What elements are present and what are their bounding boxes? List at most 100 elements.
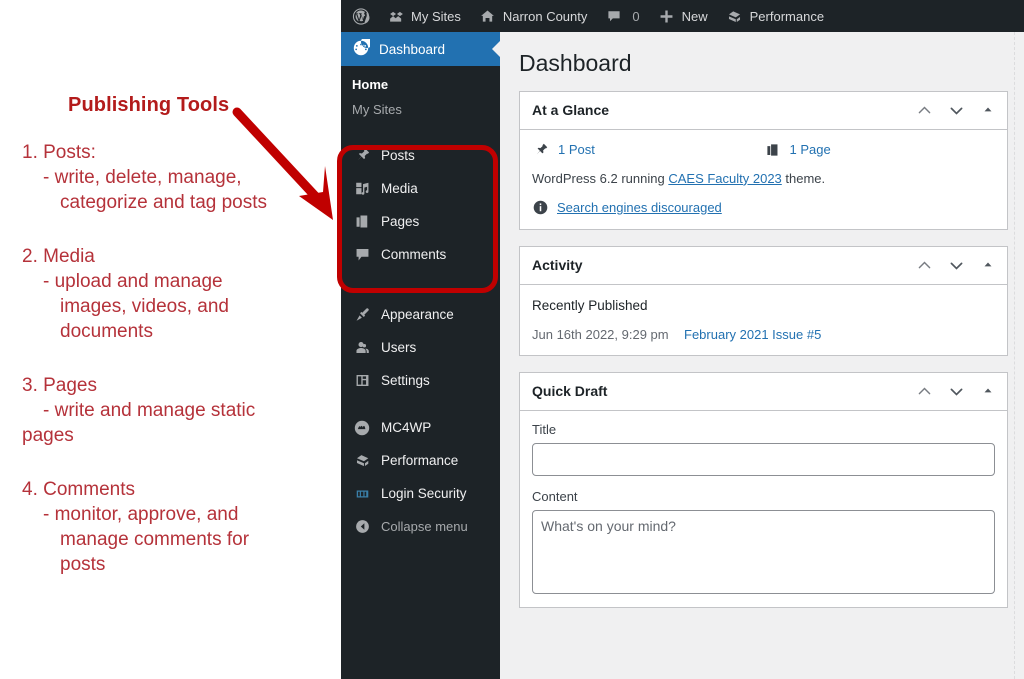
collapse-arrow-icon <box>352 517 372 537</box>
annotation-item-line: images, videos, and <box>60 296 229 317</box>
annotation-item-number: 2. Media <box>22 246 95 267</box>
sidebar-item-posts[interactable]: Posts <box>341 139 500 172</box>
media-icon <box>352 179 372 199</box>
comment-icon <box>605 7 623 25</box>
users-icon <box>352 338 372 358</box>
sidebar-item-dashboard[interactable]: Dashboard <box>341 32 500 66</box>
published-date: Jun 16th 2022, 9:29 pm <box>532 326 669 342</box>
annotation-item-number: 4. Comments <box>22 479 135 500</box>
quick-draft-title-label: Title <box>532 421 557 437</box>
panel-header: Quick Draft <box>520 373 1007 411</box>
panel-body: 1 Post 1 Page WordPress 6.2 running CAES… <box>520 130 1007 229</box>
sidebar-item-label: Collapse menu <box>381 519 468 534</box>
pushpin-icon <box>352 146 372 166</box>
sidebar-item-pages[interactable]: Pages <box>341 205 500 238</box>
quick-draft-title-input[interactable] <box>532 442 995 476</box>
sidebar-item-collapse-menu[interactable]: Collapse menu <box>341 510 500 543</box>
panel-controls <box>915 256 997 274</box>
annotation-item-line: posts <box>60 554 106 575</box>
toggle-indicator-icon[interactable] <box>979 101 997 119</box>
performance-icon <box>726 7 744 25</box>
wordpress-logo-button[interactable] <box>341 0 378 32</box>
sidebar-item-performance[interactable]: Performance <box>341 444 500 477</box>
toggle-indicator-icon[interactable] <box>979 382 997 400</box>
move-up-icon[interactable] <box>915 101 933 119</box>
dashboard-icon <box>352 35 373 60</box>
sidebar-subitem-home[interactable]: Home <box>341 72 500 97</box>
move-up-icon[interactable] <box>915 382 933 400</box>
annotation-arrow-icon <box>232 107 333 220</box>
search-engines-notice: Search engines discouraged <box>532 199 995 216</box>
panel-controls <box>915 101 997 119</box>
dashboard-content-area: Dashboard At a Glance 1 Post 1 Page Word… <box>500 32 1024 679</box>
sidebar-item-mc4wp[interactable]: MC4WP <box>341 411 500 444</box>
paintbrush-icon <box>352 305 372 325</box>
toggle-indicator-icon[interactable] <box>979 256 997 274</box>
annotation-title: Publishing Tools <box>68 94 230 116</box>
move-down-icon[interactable] <box>947 256 965 274</box>
menu-divider <box>341 130 500 139</box>
mailchimp-icon <box>352 418 372 438</box>
panel-controls <box>915 382 997 400</box>
panel-body: Title Content <box>520 411 1007 607</box>
theme-link[interactable]: CAES Faculty 2023 <box>668 171 781 186</box>
admin-bar-item-comments[interactable]: 0 <box>596 0 648 32</box>
my-sites-icon <box>387 7 405 25</box>
sidebar-item-media[interactable]: Media <box>341 172 500 205</box>
admin-bar-label: Performance <box>749 8 825 24</box>
panel-title: Activity <box>532 257 583 274</box>
pages-icon <box>352 212 372 232</box>
sidebar-item-comments[interactable]: Comments <box>341 238 500 271</box>
sidebar-item-settings[interactable]: Settings <box>341 364 500 397</box>
glance-counts: 1 Post 1 Page <box>532 141 995 159</box>
annotation-item-pages: 3. Pages - write and manage static pages <box>22 373 255 448</box>
page-title: Dashboard <box>519 50 632 76</box>
secondary-column-edge <box>1014 32 1024 679</box>
panel-header: At a Glance <box>520 92 1007 130</box>
sidebar-item-label: Performance <box>381 453 459 468</box>
sidebar-item-label: Login Security <box>381 486 467 501</box>
menu-divider <box>341 271 500 298</box>
sidebar-item-label: Comments <box>381 247 447 262</box>
active-menu-caret-icon <box>492 41 500 57</box>
sidebar-item-login-security[interactable]: Login Security <box>341 477 500 510</box>
quick-draft-content-textarea[interactable] <box>532 509 995 594</box>
wordpress-version-message: WordPress 6.2 running CAES Faculty 2023 … <box>532 171 995 186</box>
login-security-icon <box>352 484 372 504</box>
quick-draft-panel: Quick Draft Title Content <box>519 371 1008 608</box>
pages-icon <box>764 141 782 159</box>
home-icon <box>479 7 497 25</box>
sidebar-item-users[interactable]: Users <box>341 331 500 364</box>
admin-sidebar-menu: Dashboard Home My Sites Posts Media Page… <box>341 32 500 679</box>
search-engines-link[interactable]: Search engines discouraged <box>557 200 722 215</box>
panel-title: At a Glance <box>532 102 610 119</box>
recently-published-row: Jun 16th 2022, 9:29 pm February 2021 Iss… <box>532 327 995 342</box>
sidebar-item-label: Settings <box>381 373 430 388</box>
glance-page-count-link[interactable]: 1 Page <box>790 142 831 157</box>
plus-icon <box>658 7 676 25</box>
sidebar-item-label: Pages <box>381 214 420 229</box>
move-up-icon[interactable] <box>915 256 933 274</box>
performance-icon <box>352 451 372 471</box>
admin-bar-item-my-sites[interactable]: My Sites <box>378 0 470 32</box>
annotation-item-line: documents <box>60 321 153 342</box>
annotation-item-media: 2. Media - upload and manage images, vid… <box>22 244 229 344</box>
panel-header: Activity <box>520 247 1007 285</box>
glance-item-pages[interactable]: 1 Page <box>764 141 996 159</box>
admin-bar-item-performance[interactable]: Performance <box>717 0 833 32</box>
move-down-icon[interactable] <box>947 382 965 400</box>
annotation-item-line: pages <box>22 425 74 446</box>
glance-item-posts[interactable]: 1 Post <box>532 141 764 159</box>
admin-bar-item-site-name[interactable]: Narron County <box>470 0 597 32</box>
version-suffix: theme. <box>781 170 826 186</box>
admin-bar-item-new[interactable]: New <box>649 0 717 32</box>
sidebar-subitem-my-sites[interactable]: My Sites <box>341 97 500 122</box>
sidebar-item-appearance[interactable]: Appearance <box>341 298 500 331</box>
sidebar-item-label: Media <box>381 181 418 196</box>
move-down-icon[interactable] <box>947 101 965 119</box>
sidebar-item-label: MC4WP <box>381 420 432 435</box>
glance-post-count-link[interactable]: 1 Post <box>558 142 595 157</box>
published-post-link[interactable]: February 2021 Issue #5 <box>684 327 821 342</box>
wordpress-logo-icon <box>352 7 370 25</box>
sidebar-item-label: Appearance <box>381 307 454 322</box>
